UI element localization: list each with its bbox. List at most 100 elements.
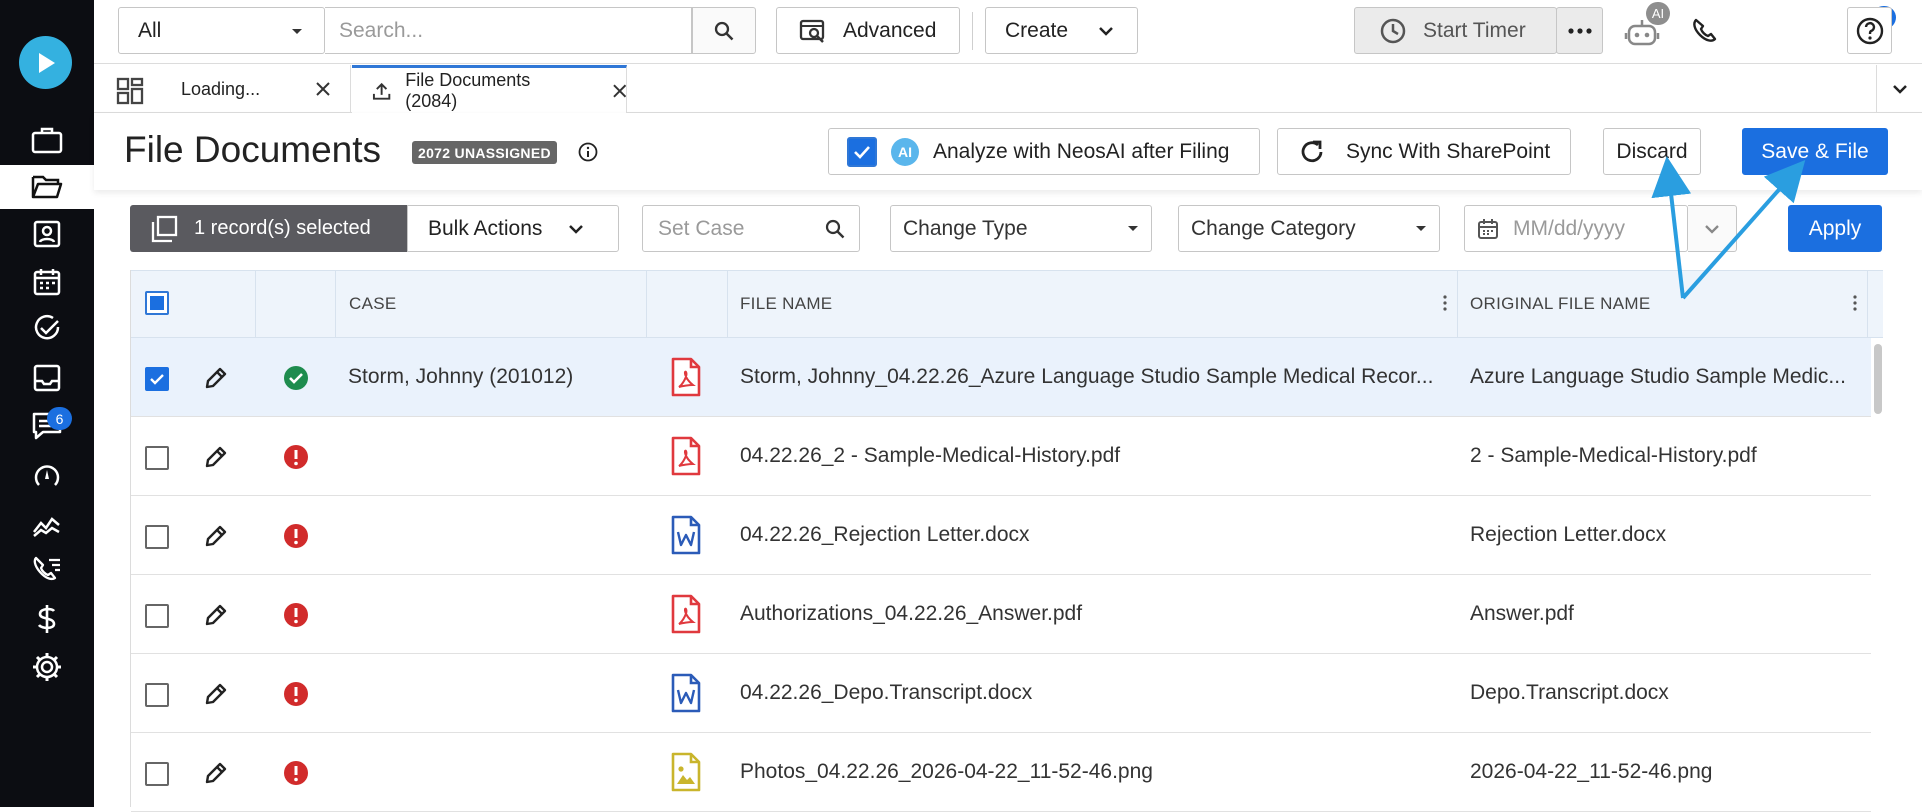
header-file-name-label: FILE NAME xyxy=(740,294,833,313)
gear-icon xyxy=(33,653,61,681)
clock-icon xyxy=(1380,18,1406,43)
row-checkbox[interactable] xyxy=(145,604,169,628)
change-type-select[interactable]: Change Type xyxy=(890,205,1152,252)
info-button[interactable] xyxy=(578,142,598,162)
edit-pencil-icon[interactable] xyxy=(203,760,229,786)
table-row[interactable]: Photos_04.22.26_2026-04-22_11-52-46.png … xyxy=(131,733,1871,812)
check-icon xyxy=(150,374,164,385)
select-all-icon xyxy=(151,215,178,242)
chevron-down-icon xyxy=(569,224,584,234)
bulk-actions-label: Bulk Actions xyxy=(428,216,543,240)
nav-billing[interactable] xyxy=(0,597,94,641)
check-icon xyxy=(854,145,870,159)
timer-more-button[interactable] xyxy=(1556,7,1603,54)
set-case-placeholder: Set Case xyxy=(658,216,745,240)
save-and-file-button[interactable]: Save & File xyxy=(1742,128,1888,175)
create-menu-button[interactable]: Create xyxy=(985,7,1138,54)
date-input[interactable]: MM/dd/yyyy xyxy=(1464,205,1688,252)
date-placeholder: MM/dd/yyyy xyxy=(1513,216,1626,240)
nav-dashboard[interactable] xyxy=(0,453,94,497)
nav-settings[interactable] xyxy=(0,645,94,689)
task-check-icon xyxy=(34,315,60,340)
search-button[interactable] xyxy=(692,7,756,54)
edit-pencil-icon[interactable] xyxy=(203,681,229,707)
edit-pencil-icon[interactable] xyxy=(203,523,229,549)
grid-scrollbar[interactable] xyxy=(1874,344,1882,414)
selection-summary[interactable]: 1 record(s) selected xyxy=(130,205,408,252)
header-case[interactable]: CASE xyxy=(336,271,647,337)
contact-card-icon xyxy=(33,220,61,248)
original-file-name-cell: Azure Language Studio Sample Medic... xyxy=(1470,365,1846,388)
inbox-icon xyxy=(33,364,61,392)
search-scope-select[interactable]: All xyxy=(118,7,325,54)
tabs-overflow-button[interactable] xyxy=(1876,65,1922,113)
app-logo[interactable] xyxy=(19,36,72,89)
advanced-search-button[interactable]: Advanced xyxy=(776,7,960,54)
edit-pencil-icon[interactable] xyxy=(203,365,229,391)
file-name-cell: 04.22.26_Rejection Letter.docx xyxy=(740,523,1030,546)
nav-tasks[interactable] xyxy=(0,307,94,351)
row-checkbox[interactable] xyxy=(145,525,169,549)
search-icon xyxy=(825,219,845,238)
analyze-neosai-toggle[interactable]: AI Analyze with NeosAI after Filing xyxy=(828,128,1260,175)
dashboard-icon xyxy=(116,77,144,105)
discard-button[interactable]: Discard xyxy=(1603,128,1701,175)
unassigned-badge: 2072 UNASSIGNED xyxy=(412,141,557,164)
edit-pencil-icon[interactable] xyxy=(203,602,229,628)
nav-documents[interactable] xyxy=(0,165,94,209)
error-alert-icon xyxy=(284,682,308,706)
header-file-name[interactable]: FILE NAME xyxy=(728,271,1458,337)
date-dropdown-button[interactable] xyxy=(1688,205,1737,252)
nav-calendar[interactable] xyxy=(0,260,94,304)
tab-loading-label: Loading... xyxy=(181,78,261,99)
table-row[interactable]: 04.22.26_Depo.Transcript.docx Depo.Trans… xyxy=(131,654,1871,733)
documents-grid: CASE FILE NAME ORIGINAL FILE NAME Storm,… xyxy=(130,270,1883,812)
nav-reports[interactable] xyxy=(0,501,94,545)
ai-assistant-button[interactable]: AI xyxy=(1624,2,1670,48)
row-checkbox[interactable] xyxy=(145,446,169,470)
column-menu-icon[interactable] xyxy=(1443,295,1447,311)
global-search-input[interactable]: Search... xyxy=(325,7,692,54)
table-row[interactable]: 04.22.26_Rejection Letter.docx Rejection… xyxy=(131,496,1871,575)
table-row[interactable]: Storm, Johnny (201012) Storm, Johnny_04.… xyxy=(131,338,1871,417)
close-icon[interactable] xyxy=(612,84,626,98)
row-checkbox[interactable] xyxy=(145,762,169,786)
page-header: File Documents 2072 UNASSIGNED AI Analyz… xyxy=(94,113,1922,190)
tab-loading[interactable]: Loading... xyxy=(161,65,351,113)
sync-sharepoint-button[interactable]: Sync With SharePoint xyxy=(1277,128,1571,175)
bulk-actions-dropdown[interactable]: Bulk Actions xyxy=(407,205,619,252)
column-menu-icon[interactable] xyxy=(1853,295,1857,311)
header-status-cell xyxy=(256,271,336,337)
neosai-icon: AI xyxy=(891,137,919,166)
search-placeholder: Search... xyxy=(339,18,424,42)
table-row[interactable]: 04.22.26_2 - Sample-Medical-History.pdf … xyxy=(131,417,1871,496)
caret-down-icon xyxy=(1416,225,1426,231)
apply-button[interactable]: Apply xyxy=(1788,205,1882,252)
select-all-checkbox[interactable] xyxy=(145,291,169,315)
edit-pencil-icon[interactable] xyxy=(203,444,229,470)
change-category-select[interactable]: Change Category xyxy=(1178,205,1440,252)
selected-count-text: 1 record(s) selected xyxy=(194,217,371,239)
error-alert-icon xyxy=(284,524,308,548)
nav-calls[interactable] xyxy=(0,548,94,592)
nav-briefcase[interactable] xyxy=(0,118,94,162)
nav-messages[interactable]: 6 xyxy=(0,403,94,447)
row-checkbox[interactable] xyxy=(145,367,169,391)
row-checkbox[interactable] xyxy=(145,683,169,707)
error-alert-icon xyxy=(284,603,308,627)
phone-button[interactable] xyxy=(1691,17,1719,45)
nav-inbox[interactable] xyxy=(0,356,94,400)
tab-file-documents[interactable]: File Documents (2084) xyxy=(352,65,627,113)
close-icon[interactable] xyxy=(316,82,330,96)
nav-contacts[interactable] xyxy=(0,212,94,256)
start-timer-button[interactable]: Start Timer xyxy=(1354,7,1557,54)
search-scope-value: All xyxy=(138,18,162,42)
header-original-file-name[interactable]: ORIGINAL FILE NAME xyxy=(1458,271,1868,337)
phone-list-icon xyxy=(33,556,60,581)
set-case-input[interactable]: Set Case xyxy=(642,205,860,252)
help-button[interactable] xyxy=(1847,7,1892,54)
error-alert-icon xyxy=(284,445,308,469)
analyze-checkbox[interactable] xyxy=(847,136,877,167)
table-row[interactable]: Authorizations_04.22.26_Answer.pdf Answe… xyxy=(131,575,1871,654)
dashboard-tab-button[interactable] xyxy=(116,77,144,105)
